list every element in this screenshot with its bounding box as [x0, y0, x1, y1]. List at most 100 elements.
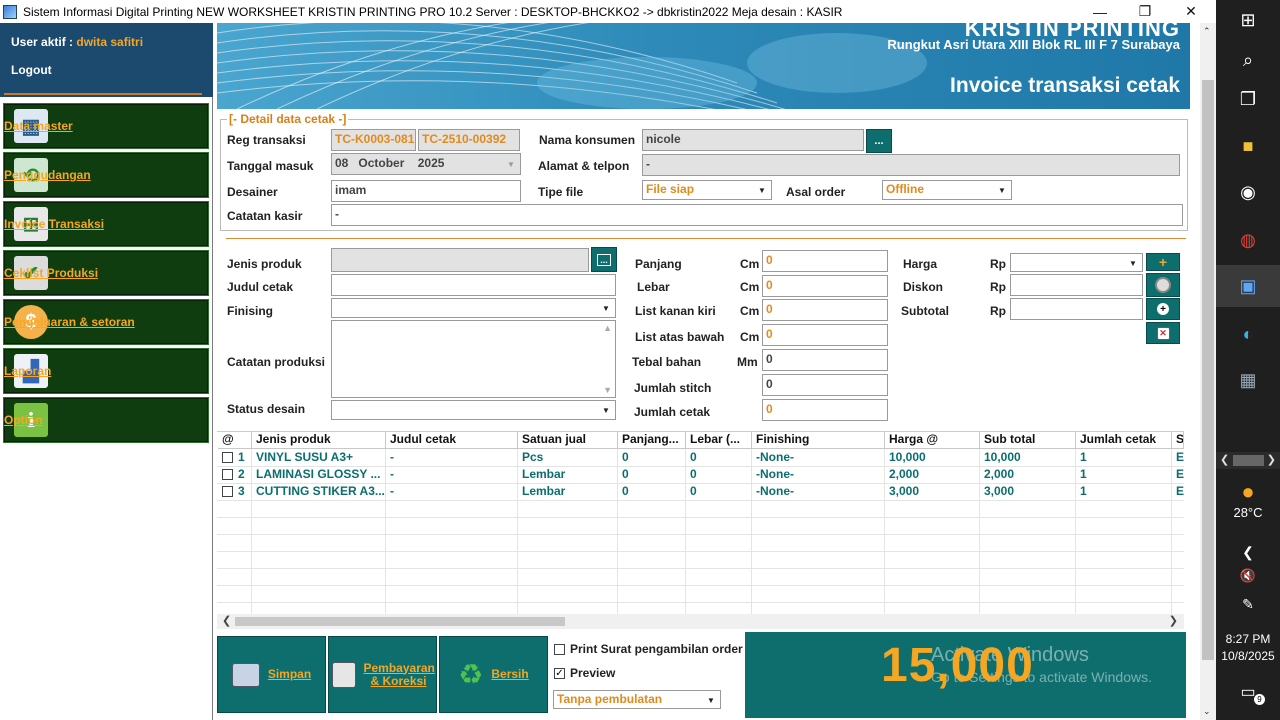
chevron-down-icon[interactable]: ▼	[1126, 255, 1140, 271]
pen-icon[interactable]: ✎	[1232, 588, 1264, 620]
tebal-bahan-field[interactable]: 0	[762, 349, 888, 371]
taskbar-scroller[interactable]: ❮ ❯	[1216, 452, 1280, 469]
delete-item-button[interactable]: ✕	[1146, 322, 1180, 344]
chevron-down-icon[interactable]: ▼	[755, 182, 769, 198]
column-header[interactable]: @	[218, 432, 252, 449]
jumlah-cetak-field[interactable]: 0	[762, 399, 888, 421]
weather-icon[interactable]: ●	[1232, 476, 1264, 508]
desainer-field[interactable]: imam	[331, 180, 521, 202]
column-header[interactable]: Finishing	[752, 432, 885, 449]
table-cell[interactable]: 3,000	[885, 484, 980, 501]
logout-link[interactable]: Logout	[11, 63, 52, 77]
jenis-produk-field[interactable]	[331, 248, 589, 272]
sidebar-item-penggudangan[interactable]: ⟲ Penggudangan	[3, 152, 209, 198]
scroll-thumb[interactable]	[235, 617, 565, 626]
browse-product-button[interactable]: ...	[591, 247, 617, 272]
table-cell[interactable]: 1	[1076, 450, 1172, 467]
column-header[interactable]: Lebar (...	[686, 432, 752, 449]
status-desain-select[interactable]: ▼	[331, 400, 616, 420]
print-order-checkbox[interactable]	[554, 644, 565, 655]
table-cell[interactable]: VINYL SUSU A3+	[252, 450, 386, 467]
table-cell[interactable]: Lembar	[518, 484, 618, 501]
grid-horizontal-scrollbar[interactable]: ❮ ❯	[217, 614, 1184, 629]
table-cell[interactable]: 1	[1076, 484, 1172, 501]
timer-button[interactable]	[1146, 273, 1180, 297]
table-cell[interactable]: 2,000	[980, 467, 1076, 484]
sidebar-item-laporan[interactable]: ▟ Laporan	[3, 348, 209, 394]
app-vertical-scrollbar[interactable]: ⌃ ⌄	[1200, 23, 1216, 720]
panjang-field[interactable]: 0	[762, 250, 888, 272]
table-cell[interactable]: -None-	[752, 484, 885, 501]
table-cell[interactable]: -	[386, 484, 518, 501]
preview-checkbox[interactable]: ✓	[554, 668, 565, 679]
pembayaran-button[interactable]: Pembayaran & Koreksi	[328, 636, 437, 713]
nama-konsumen-field[interactable]: nicole	[642, 129, 864, 151]
table-cell[interactable]: 2,000	[885, 467, 980, 484]
close-button[interactable]: ✕	[1168, 0, 1214, 23]
scroll-down-icon[interactable]: ⌄	[1203, 706, 1211, 717]
row-checkbox[interactable]	[222, 486, 233, 497]
table-cell[interactable]: 1	[1076, 467, 1172, 484]
jumlah-stitch-field[interactable]: 0	[762, 374, 888, 396]
edit-item-button[interactable]: +	[1146, 298, 1180, 320]
table-cell[interactable]: -	[386, 467, 518, 484]
catatan-kasir-field[interactable]: -	[331, 204, 1183, 226]
list-kanan-kiri-field[interactable]: 0	[762, 299, 888, 321]
column-header[interactable]: Jumlah cetak	[1076, 432, 1172, 449]
simpan-button[interactable]: Simpan	[217, 636, 326, 713]
scroll-left-icon[interactable]: ❮	[222, 614, 231, 627]
row-checkbox[interactable]	[222, 469, 233, 480]
table-cell[interactable]: 10,000	[980, 450, 1076, 467]
edge-icon[interactable]: ◐	[1232, 318, 1264, 350]
chrome-icon[interactable]: ◍	[1232, 224, 1264, 256]
table-cell[interactable]: 0	[618, 484, 686, 501]
table-cell[interactable]: 0	[618, 450, 686, 467]
clock-time[interactable]: 8:27 PM	[1216, 632, 1280, 646]
lebar-field[interactable]: 0	[762, 275, 888, 297]
calculator-icon[interactable]: ▦	[1232, 364, 1264, 396]
table-cell[interactable]: CUTTING STIKER A3...	[252, 484, 386, 501]
table-cell[interactable]: 0	[618, 467, 686, 484]
scroll-down-icon[interactable]: ▼	[603, 385, 612, 395]
asal-order-select[interactable]: Offline ▼	[882, 180, 1012, 200]
table-cell[interactable]: E	[1172, 467, 1184, 484]
sidebar-item-option[interactable]: i Option	[3, 397, 209, 443]
table-cell[interactable]: -None-	[752, 450, 885, 467]
chevron-down-icon[interactable]: ▼	[599, 300, 613, 316]
tanggal-masuk-picker[interactable]: 08 October 2025 ▼	[331, 153, 521, 175]
table-cell[interactable]: 3	[234, 484, 252, 501]
table-cell[interactable]: LAMINASI GLOSSY ...	[252, 467, 386, 484]
catatan-produksi-textarea[interactable]: ▲ ▼	[331, 320, 616, 398]
chevron-down-icon[interactable]: ▼	[704, 692, 718, 708]
table-cell[interactable]: E	[1172, 484, 1184, 501]
row-checkbox[interactable]	[222, 452, 233, 463]
harga-select[interactable]: ▼	[1010, 253, 1143, 272]
column-header[interactable]: Judul cetak	[386, 432, 518, 449]
diskon-field[interactable]	[1010, 274, 1143, 296]
windows-start-icon[interactable]: ⊞	[1232, 4, 1264, 36]
sidebar-item-pengeluaran[interactable]: $ Pengeluaran & setoran	[3, 299, 209, 345]
chevron-down-icon[interactable]: ▼	[995, 182, 1009, 198]
search-icon[interactable]: ⌕	[1232, 44, 1264, 76]
minimize-button[interactable]: —	[1077, 0, 1123, 23]
scroll-up-icon[interactable]: ⌃	[1203, 26, 1211, 37]
table-cell[interactable]: -	[386, 450, 518, 467]
column-header[interactable]: Satuan jual	[518, 432, 618, 449]
column-header[interactable]: S	[1172, 432, 1184, 449]
table-cell[interactable]: 0	[686, 484, 752, 501]
column-header[interactable]: Panjang...	[618, 432, 686, 449]
table-cell[interactable]: 1	[234, 450, 252, 467]
table-cell[interactable]: Lembar	[518, 467, 618, 484]
file-explorer-icon[interactable]: ■	[1232, 130, 1264, 162]
browse-customer-button[interactable]: ...	[866, 129, 892, 153]
table-cell[interactable]: 3,000	[980, 484, 1076, 501]
column-header[interactable]: Sub total	[980, 432, 1076, 449]
scroll-thumb[interactable]	[1202, 80, 1214, 660]
table-cell[interactable]: E	[1172, 450, 1184, 467]
sidebar-item-ceklist-produksi[interactable]: ✔ Ceklist Produksi	[3, 250, 209, 296]
clock-date[interactable]: 10/8/2025	[1216, 649, 1280, 663]
table-cell[interactable]: -None-	[752, 467, 885, 484]
maximize-button[interactable]: ❐	[1122, 0, 1168, 23]
table-cell[interactable]: 0	[686, 450, 752, 467]
finising-select[interactable]: ▼	[331, 298, 616, 318]
